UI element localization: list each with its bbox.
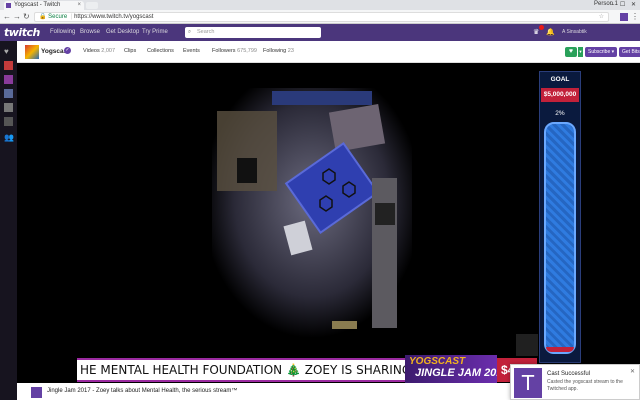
tab-events[interactable]: Events <box>183 48 200 54</box>
bookmark-star-icon[interactable]: ☆ <box>599 13 604 22</box>
twitch-app-icon: T <box>514 368 542 398</box>
ticker-text-a: HE MENTAL HEALTH FOUNDATION <box>80 363 286 377</box>
game-doormat <box>332 321 357 329</box>
stream-video-frame <box>17 63 537 363</box>
address-bar[interactable]: 🔒 Secure | https://www.twitch.tv/yogscas… <box>34 12 609 22</box>
left-sidebar: ♥ 👥 <box>0 41 17 400</box>
forward-icon[interactable]: → <box>13 12 21 22</box>
tab-title: Yogscast - Twitch <box>14 2 61 8</box>
notification-badge <box>539 25 544 30</box>
browser-tab[interactable]: Yogscast - Twitch × <box>4 1 84 10</box>
menu-icon[interactable]: ⋮ <box>631 13 639 21</box>
tab-following[interactable]: Following 23 <box>263 48 294 54</box>
close-tab-icon[interactable]: × <box>77 1 81 10</box>
bell-icon[interactable]: 🔔 <box>546 28 555 36</box>
lock-icon: 🔒 <box>39 14 47 20</box>
channel-avatar[interactable] <box>25 45 39 59</box>
sidebar-channel-avatar-5[interactable] <box>4 117 13 126</box>
game-window <box>272 91 372 105</box>
window-controls[interactable]: – ☐ ✕ <box>611 1 638 8</box>
crown-icon[interactable]: ♛ <box>533 28 539 36</box>
notification-title: Cast Successful <box>547 371 591 377</box>
game-box <box>328 103 386 153</box>
url-text: https://www.twitch.tv/yogscast <box>74 14 154 20</box>
tab-collections[interactable]: Collections <box>147 48 174 54</box>
player-control-button[interactable] <box>516 334 538 356</box>
goal-progress-bar <box>544 122 576 354</box>
christmas-tree-icon: 🎄 <box>285 363 301 377</box>
goal-percent: 2% <box>555 110 565 117</box>
new-tab-button[interactable] <box>86 2 98 9</box>
tab-followers[interactable]: Followers 675,799 <box>212 48 257 54</box>
verified-icon: ✓ <box>64 47 71 54</box>
stream-title: Jingle Jam 2017 - Zoey talks about Menta… <box>47 388 238 394</box>
sidebar-channel-avatar-3[interactable] <box>4 89 13 98</box>
close-icon[interactable]: ✕ <box>630 368 635 375</box>
twitch-top-nav: twitch Following Browse Get Desktop Try … <box>0 24 640 41</box>
nav-browse[interactable]: Browse <box>80 29 100 35</box>
game-stove <box>375 203 395 225</box>
get-bits-button[interactable]: Get Bits ▾ <box>619 47 640 57</box>
browser-tab-strip: Yogscast - Twitch × Person 1 – ☐ ✕ <box>0 0 640 10</box>
goal-title: GOAL <box>550 76 570 83</box>
subscribe-button[interactable]: Subscribe ▾ <box>585 47 617 57</box>
game-chair <box>237 158 257 183</box>
goal-progress-fill <box>546 347 574 352</box>
news-ticker: HE MENTAL HEALTH FOUNDATION 🎄 ZOEY IS SH… <box>77 358 407 382</box>
twitch-extension-icon[interactable] <box>620 13 628 21</box>
tab-videos[interactable]: Videos 2,007 <box>83 48 115 54</box>
goal-amount: $5,000,000 <box>541 88 579 102</box>
tab-clips[interactable]: Clips <box>124 48 136 54</box>
follow-dropdown-icon[interactable]: ▼ <box>578 47 583 57</box>
video-player[interactable]: GOAL $5,000,000 2% HE MENTAL HEALTH FOUN… <box>17 63 640 383</box>
search-icon: ⌕ <box>188 29 192 35</box>
sidebar-channel-avatar-4[interactable] <box>4 103 13 112</box>
ticker-text-b: ZOEY IS SHARING HER EXPER <box>304 363 407 377</box>
game-counter <box>372 178 397 328</box>
friends-icon[interactable]: 👥 <box>4 133 14 142</box>
jingle-jam-logo: YOGSCAST JINGLE JAM 2017 <box>405 355 497 383</box>
nav-get-desktop[interactable]: Get Desktop <box>106 29 139 35</box>
sidebar-channel-avatar-1[interactable] <box>4 61 13 70</box>
stream-avatar[interactable] <box>31 387 42 398</box>
follow-button[interactable]: ♥ <box>565 47 577 57</box>
channel-header: Yogscast ✓ Videos 2,007 Clips Collection… <box>17 41 640 63</box>
cast-notification[interactable]: T Cast Successful Casted the yogscast st… <box>510 364 640 400</box>
reload-icon[interactable]: ↻ <box>23 12 30 22</box>
sidebar-channel-avatar-2[interactable] <box>4 75 13 84</box>
notification-body: Casted the yogscast stream to the Twitch… <box>547 379 623 392</box>
heart-icon[interactable]: ♥ <box>4 47 13 56</box>
search-placeholder: Search <box>197 29 215 35</box>
twitch-favicon-icon <box>6 3 11 8</box>
user-name[interactable]: A Sinsabtik <box>562 29 587 35</box>
search-input[interactable]: ⌕ Search <box>185 27 321 38</box>
browser-toolbar: ← → ↻ 🔒 Secure | https://www.twitch.tv/y… <box>0 10 640 24</box>
secure-label: Secure <box>48 14 68 20</box>
nav-following[interactable]: Following <box>50 29 75 35</box>
donation-goal-widget: GOAL $5,000,000 2% <box>539 71 581 363</box>
back-icon[interactable]: ← <box>3 12 11 22</box>
twitch-logo[interactable]: twitch <box>4 26 40 39</box>
nav-try-prime[interactable]: Try Prime <box>142 29 168 35</box>
